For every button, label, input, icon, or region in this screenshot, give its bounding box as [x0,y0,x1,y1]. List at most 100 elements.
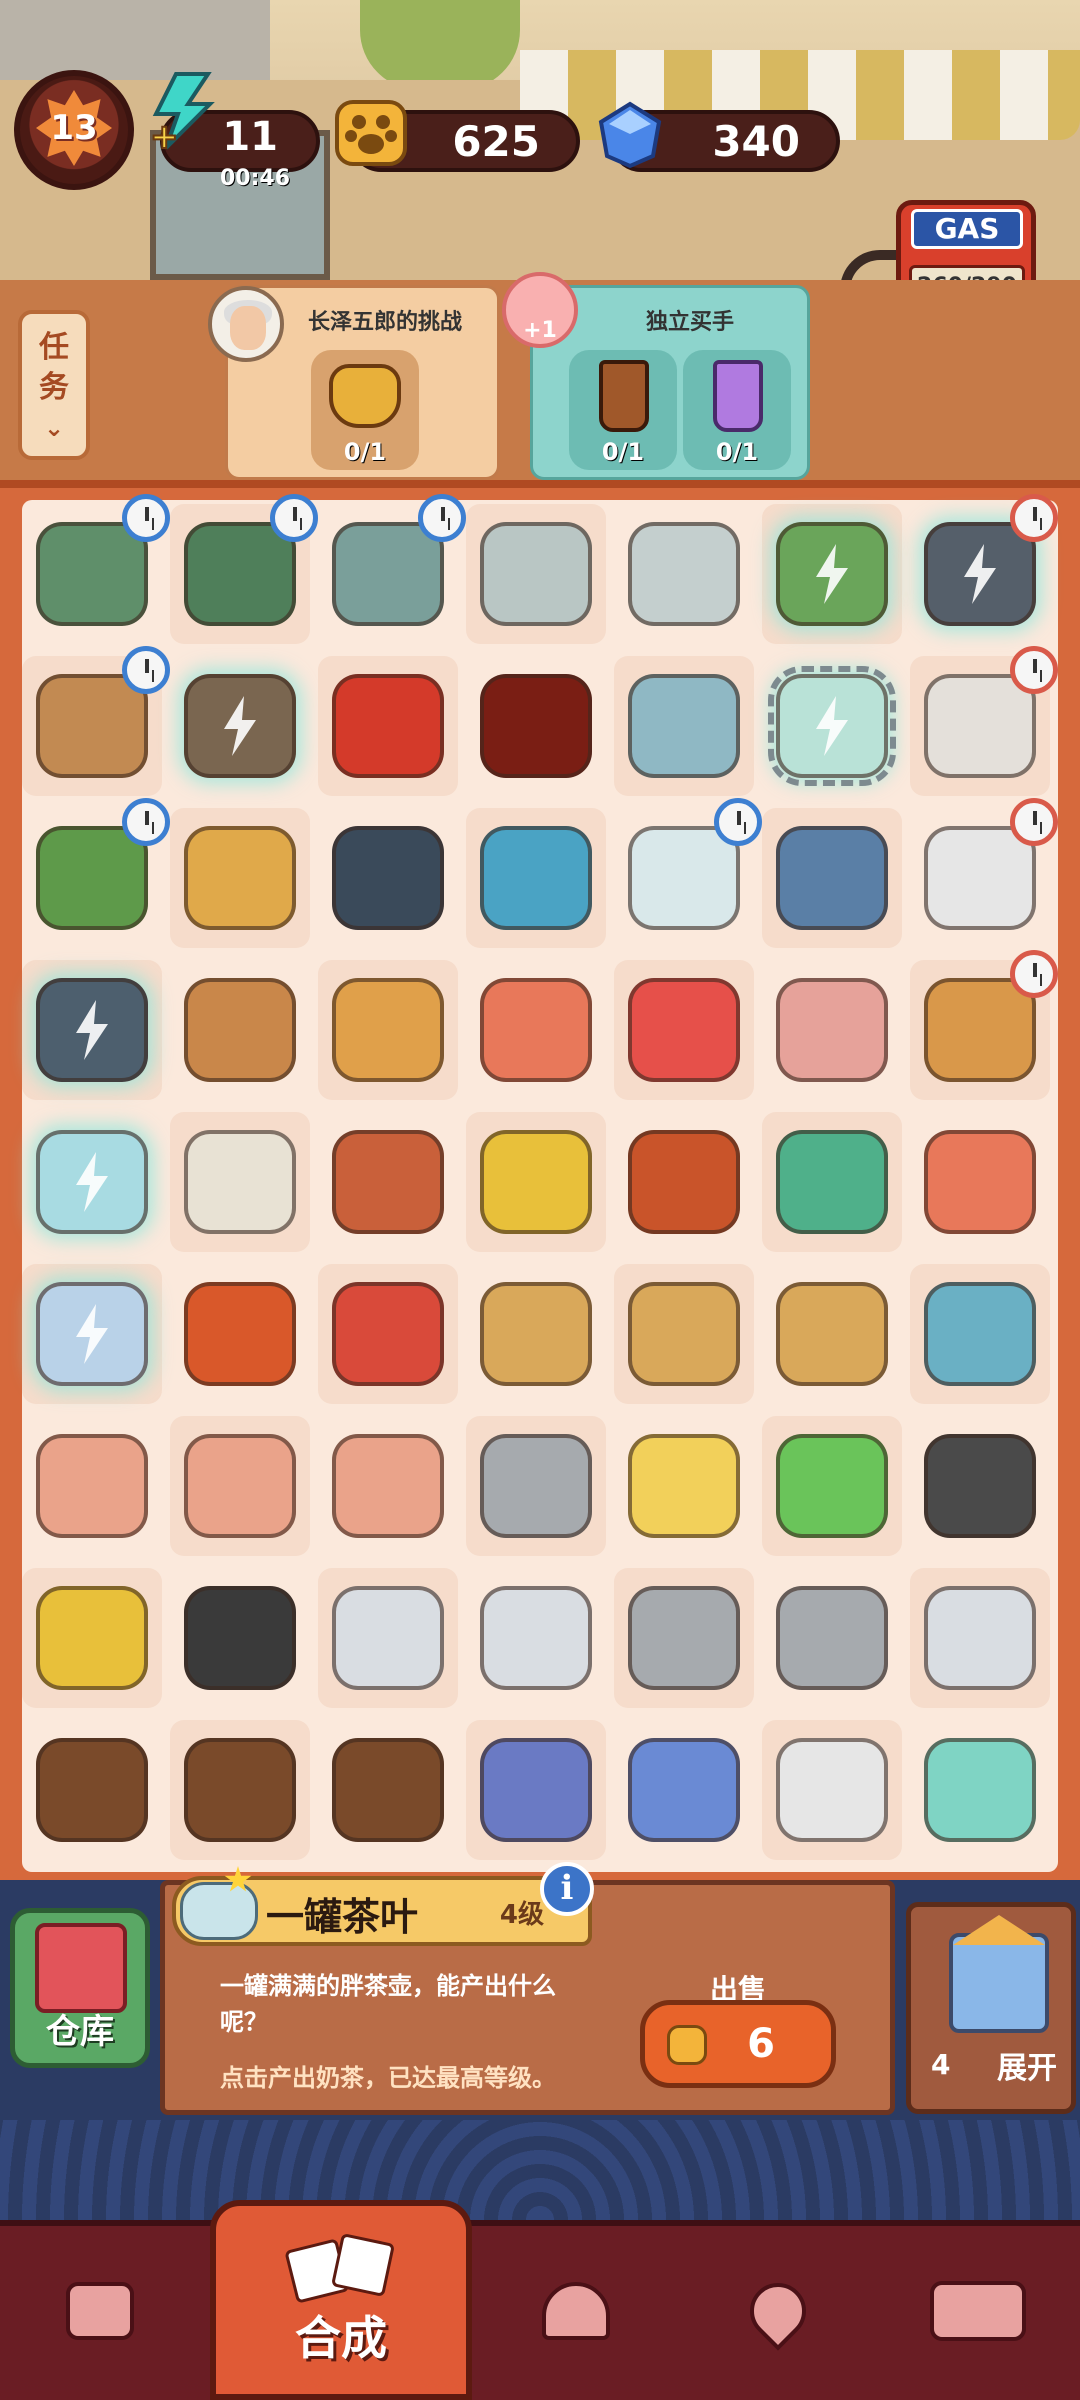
board-cell[interactable] [22,1112,162,1252]
board-cell[interactable] [22,1416,162,1556]
takeout-bag-2-icon [776,1282,888,1386]
lightning-charge-icon [76,1000,108,1060]
tea-leaves-bowl-icon [36,1738,148,1842]
lightning-charge-icon [76,1152,108,1212]
board-cell[interactable] [22,494,170,644]
item-banner: 一罐茶叶 4级 [172,1866,592,1946]
board-cell[interactable] [170,656,310,796]
stopwatch-icon [122,798,170,846]
order-item-slot[interactable]: 0/1 [683,350,791,470]
board-cell[interactable] [318,1720,458,1860]
board-cell[interactable] [170,1568,310,1708]
board-cell[interactable] [170,1416,310,1556]
warehouse-box-icon [35,1923,127,2013]
board-cell[interactable] [22,960,162,1100]
board-cell[interactable] [318,1112,458,1252]
board-cell[interactable] [762,1264,902,1404]
stopwatch-icon [122,646,170,694]
board-cell[interactable] [910,1112,1050,1252]
board-cell[interactable] [318,1568,458,1708]
order-card-challenge[interactable]: 长泽五郎的挑战 0/1 [208,285,500,480]
order-item-slot[interactable]: 0/1 [311,350,419,470]
board-cell[interactable] [614,504,754,644]
board-cell[interactable] [466,960,606,1100]
board-cell[interactable] [762,960,902,1100]
bonus-badge[interactable]: +1 [502,272,578,348]
warehouse-button[interactable]: 仓库 [10,1908,150,2068]
board-cell[interactable] [762,1416,902,1556]
nav-shop[interactable] [12,2236,188,2386]
nav-restaurant[interactable] [488,2236,664,2386]
board-cell[interactable] [466,656,606,796]
board-cell[interactable] [466,808,606,948]
paw-coin-icon [335,100,407,166]
nav-map[interactable] [690,2236,866,2386]
board-cell[interactable] [22,1568,162,1708]
board-cell[interactable] [614,656,754,796]
cards-icon [284,2232,400,2304]
order-item-slot[interactable]: 0/1 [569,350,677,470]
board-cell[interactable] [614,1264,754,1404]
ink-jar-icon [332,826,444,930]
board-cell[interactable] [318,656,458,796]
board-cell[interactable] [762,656,902,796]
board-cell[interactable] [318,494,466,644]
board-cell[interactable] [910,646,1058,796]
board-cell[interactable] [466,1264,606,1404]
board-cell[interactable] [170,1112,310,1252]
info-icon[interactable]: i [540,1862,594,1916]
board-cell[interactable] [466,1416,606,1556]
board-cell[interactable] [762,504,902,644]
board-cell[interactable] [614,1568,754,1708]
board-cell[interactable] [170,960,310,1100]
board-cell[interactable] [318,1416,458,1556]
lightning-charge-icon [816,544,848,604]
task-tab[interactable]: 任务 ⌄ [18,310,90,460]
tea-leaves-mat-icon [184,1738,296,1842]
board-cell[interactable] [910,1568,1050,1708]
board-cell[interactable] [910,1720,1050,1860]
nav-bus[interactable] [890,2236,1066,2386]
board-grid [22,494,1058,1872]
sell-button[interactable]: 6 [640,2000,836,2088]
item-level: 4级 [499,1900,544,1930]
board-cell[interactable] [614,1416,754,1556]
board-cell[interactable] [910,950,1058,1100]
board-cell[interactable] [614,960,754,1100]
board-cell[interactable] [910,1264,1050,1404]
board-cell[interactable] [22,646,170,796]
board-cell[interactable] [22,1264,162,1404]
board-cell[interactable] [466,1568,606,1708]
gum-pack-icon [776,1434,888,1538]
board-cell[interactable] [22,1720,162,1860]
empty-pot-icon [628,522,740,626]
board-cell[interactable] [614,1112,754,1252]
board-cell[interactable] [22,798,170,948]
board-cell[interactable] [466,1112,606,1252]
board-cell[interactable] [170,808,310,948]
board-cell[interactable] [614,798,762,948]
board-cell[interactable] [762,1112,902,1252]
expand-button[interactable]: 4 展开 [906,1902,1076,2114]
order-progress: 0/1 [343,438,387,466]
board-cell[interactable] [318,808,458,948]
board-cell[interactable] [910,494,1058,644]
board-cell[interactable] [318,1264,458,1404]
lightning-icon: + [149,72,215,150]
board-cell[interactable] [170,1720,310,1860]
buddha-pot-icon [329,364,401,428]
board-cell[interactable] [762,1720,902,1860]
board-cell[interactable] [614,1720,754,1860]
board-cell[interactable] [170,494,318,644]
board-cell[interactable] [910,1416,1050,1556]
board-cell[interactable] [170,1264,310,1404]
board-cell[interactable] [762,808,902,948]
board-cell[interactable] [466,504,606,644]
board-cell[interactable] [762,1568,902,1708]
board-cell[interactable] [910,798,1058,948]
stopwatch-icon [714,798,762,846]
board-cell[interactable] [318,960,458,1100]
nav-merge[interactable]: 合成 [210,2200,472,2400]
player-level-badge[interactable]: 13 [14,70,134,190]
board-cell[interactable] [466,1720,606,1860]
